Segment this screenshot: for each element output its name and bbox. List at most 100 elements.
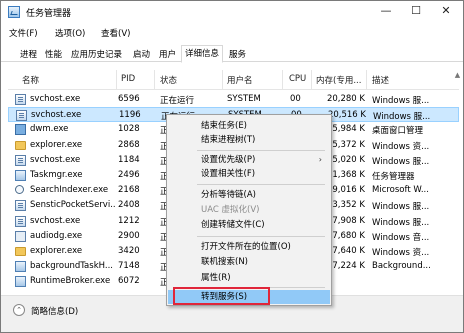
service-icon bbox=[16, 110, 27, 122]
window-title: 任务管理器 bbox=[26, 9, 72, 19]
cell-pid: 3420 bbox=[118, 246, 140, 256]
column-header-pid[interactable]: PID bbox=[121, 74, 135, 84]
column-divider[interactable] bbox=[366, 70, 367, 90]
cell-description: Windows 服... bbox=[372, 96, 430, 106]
cell-status: 正在运行 bbox=[160, 96, 195, 106]
menu-item-analyze-wait-chain[interactable]: 分析等待链(A) bbox=[168, 188, 330, 202]
submenu-arrow-icon: › bbox=[318, 155, 322, 164]
column-header-name[interactable]: 名称 bbox=[22, 74, 39, 86]
menu-item-open-file-location[interactable]: 打开文件所在的位置(O) bbox=[168, 240, 330, 254]
menu-separator bbox=[197, 184, 325, 185]
tab-users[interactable]: 用户 bbox=[155, 46, 180, 62]
tab-app-history[interactable]: 应用历史记录 bbox=[67, 46, 126, 62]
menu-item-label: 设置优先级(P) bbox=[201, 155, 256, 165]
column-divider[interactable] bbox=[282, 70, 283, 90]
cell-name: svchost.exe bbox=[30, 154, 81, 165]
close-button[interactable]: ✕ bbox=[431, 1, 461, 21]
menu-item-create-dump-file[interactable]: 创建转储文件(C) bbox=[168, 218, 330, 232]
menu-item-end-process-tree[interactable]: 结束进程树(T) bbox=[168, 133, 330, 147]
column-divider[interactable] bbox=[116, 70, 117, 90]
cell-memory: 20,280 K bbox=[326, 94, 365, 104]
column-header-username[interactable]: 用户名 bbox=[227, 74, 253, 86]
task-manager-icon bbox=[8, 6, 20, 18]
column-divider[interactable] bbox=[154, 70, 155, 90]
cell-name: explorer.exe bbox=[30, 246, 83, 256]
maximize-button[interactable]: ☐ bbox=[401, 1, 431, 21]
cell-name: backgroundTaskH... bbox=[30, 261, 113, 272]
folder-icon bbox=[15, 247, 26, 256]
cell-pid: 1196 bbox=[119, 110, 141, 121]
cell-description: 桌面窗口管理 bbox=[372, 126, 424, 137]
cell-cpu: 00 bbox=[290, 94, 301, 104]
column-header-status[interactable]: 状态 bbox=[160, 74, 177, 86]
cell-description: 任务管理器 bbox=[372, 172, 415, 182]
menu-options[interactable]: 选项(O) bbox=[55, 27, 85, 39]
menu-separator bbox=[197, 150, 325, 151]
service-icon bbox=[15, 154, 26, 166]
menu-view[interactable]: 查看(V) bbox=[101, 27, 130, 39]
cell-pid: 2408 bbox=[118, 200, 140, 211]
monitor-icon bbox=[15, 124, 26, 136]
column-header-memory[interactable]: 内存(专用... bbox=[316, 74, 361, 86]
table-row[interactable]: svchost.exe 6596 正在运行 SYSTEM 00 20,280 K Windo… bbox=[8, 92, 459, 107]
menu-file[interactable]: 文件(F) bbox=[9, 27, 38, 39]
cell-description: Background... bbox=[372, 261, 431, 272]
menu-item-properties[interactable]: 属性(R) bbox=[168, 271, 330, 285]
cell-name: SearchIndexer.exe bbox=[30, 185, 109, 196]
cell-name: dwm.exe bbox=[30, 124, 69, 135]
cell-name: explorer.exe bbox=[30, 139, 83, 150]
scroll-up-arrow[interactable]: ▲ bbox=[453, 71, 462, 80]
annotation-highlight-box bbox=[173, 287, 270, 305]
context-menu: 结束任务(E) 结束进程树(T) 设置优先级(P) › 设置相关性(F) 分析等待… bbox=[166, 114, 332, 306]
table-header: 名称 PID 状态 用户名 CPU 内存(专用... 描述 bbox=[8, 70, 459, 90]
cell-pid: 6596 bbox=[118, 94, 140, 104]
menu-item-set-priority[interactable]: 设置优先级(P) › bbox=[168, 153, 330, 167]
cell-username: SYSTEM bbox=[227, 94, 261, 104]
cell-description: Windows 服... bbox=[372, 156, 430, 167]
cell-name: SensticPocketServi... bbox=[30, 200, 116, 211]
menu-separator bbox=[197, 236, 325, 237]
search-icon bbox=[15, 185, 24, 195]
cell-description: Windows 服... bbox=[372, 202, 430, 213]
tab-processes[interactable]: 进程 bbox=[16, 46, 41, 62]
column-divider[interactable] bbox=[222, 70, 223, 90]
fewer-details-link[interactable]: 简略信息(D) bbox=[31, 305, 78, 317]
column-divider[interactable] bbox=[311, 70, 312, 90]
tab-performance[interactable]: 性能 bbox=[41, 46, 66, 62]
cell-pid: 1028 bbox=[118, 124, 140, 135]
cell-pid: 2168 bbox=[118, 185, 140, 196]
cell-description: Windows 服... bbox=[372, 217, 430, 228]
title-bar[interactable]: 任务管理器 — ☐ ✕ bbox=[1, 1, 463, 23]
service-icon bbox=[15, 200, 26, 212]
cell-description: Windows 音... bbox=[372, 232, 430, 243]
speaker-icon bbox=[15, 230, 26, 242]
menu-bar: 文件(F) 选项(O) 查看(V) bbox=[1, 24, 463, 42]
cell-name: svchost.exe bbox=[30, 215, 81, 226]
cell-name: svchost.exe bbox=[30, 94, 81, 104]
cell-name: RuntimeBroker.exe bbox=[30, 276, 111, 287]
tab-startup[interactable]: 启动 bbox=[129, 46, 154, 62]
app-icon bbox=[15, 261, 26, 273]
column-header-cpu[interactable]: CPU bbox=[289, 74, 306, 84]
cell-description: Windows 资... bbox=[372, 141, 430, 152]
cell-pid: 1212 bbox=[118, 215, 140, 226]
tab-bar: 进程 性能 应用历史记录 启动 用户 详细信息 服务 bbox=[1, 43, 463, 63]
chevron-up-icon[interactable]: ⌃ bbox=[13, 304, 25, 316]
menu-item-uac-virtualization: UAC 虚拟化(V) bbox=[201, 205, 260, 215]
menu-item-set-affinity[interactable]: 设置相关性(F) bbox=[168, 167, 330, 181]
cell-description: Windows 服... bbox=[373, 112, 431, 123]
minimize-button[interactable]: — bbox=[371, 1, 401, 21]
cell-name: Taskmgr.exe bbox=[30, 170, 83, 180]
column-header-description[interactable]: 描述 bbox=[372, 74, 389, 86]
tab-services[interactable]: 服务 bbox=[225, 46, 250, 62]
service-icon bbox=[15, 94, 26, 105]
task-manager-window: 任务管理器 — ☐ ✕ 文件(F) 选项(O) 查看(V) 进程 性能 应用历史… bbox=[0, 0, 464, 333]
menu-item-search-online[interactable]: 联机搜索(N) bbox=[168, 255, 330, 269]
app-icon bbox=[15, 276, 26, 288]
service-icon bbox=[15, 215, 26, 227]
menu-item-end-task[interactable]: 结束任务(E) bbox=[168, 119, 330, 133]
cell-pid: 7148 bbox=[118, 261, 140, 272]
tab-details[interactable]: 详细信息 bbox=[181, 45, 224, 63]
cell-pid: 2496 bbox=[118, 170, 140, 180]
cell-name: audiodg.exe bbox=[30, 230, 83, 241]
